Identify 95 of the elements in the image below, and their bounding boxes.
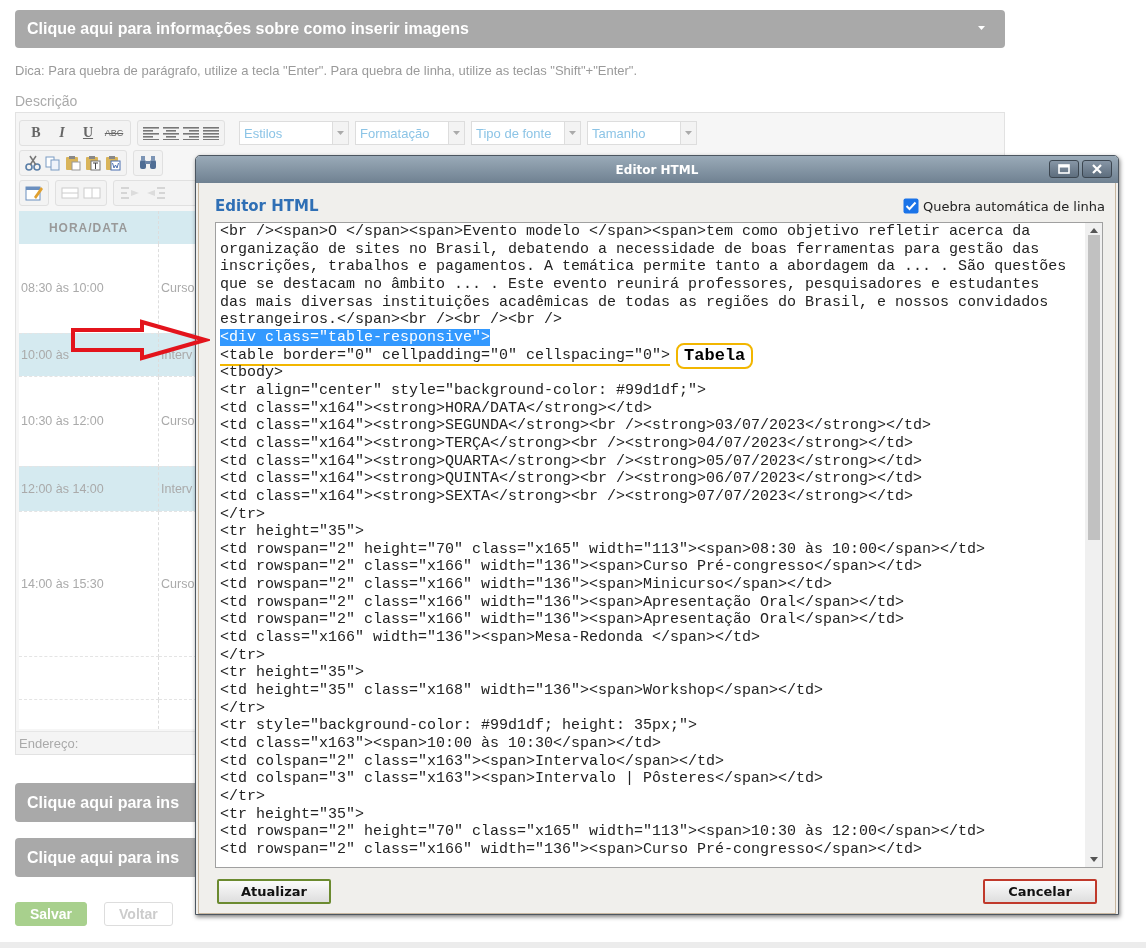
code-line: <br /><span>O </span><span>Evento modelo </span><span>tem como objetivo refletir acerca da — [220, 223, 1031, 240]
dropdown[interactable]: Formatação — [355, 121, 465, 145]
code-line: <td rowspan="2" class="x166" width="136"><span>Apresentação Oral</span></td> — [220, 593, 905, 611]
maximize-button[interactable] — [1049, 160, 1079, 178]
checkbox[interactable] — [902, 198, 919, 214]
code-line: <td class="x164"><strong>SEXTA</strong><br /><strong>07/07/2023</strong></td> — [220, 487, 914, 505]
code-line: <td height="35" class="x168" width="136"><span>Workshop</span></td> — [220, 682, 824, 700]
table-cell: 10:30 às 12:00 — [21, 414, 104, 428]
update-button[interactable]: Atualizar — [217, 879, 331, 904]
clipboard-text-icon[interactable] — [85, 155, 101, 171]
code-line: das mais diversas instituições acadêmicas de todas as regiões do Brasil, e nossos convidados — [220, 293, 1049, 311]
code-line: <td class="x164"><strong>QUINTA</strong><br /><strong>06/07/2023</strong></td> — [220, 470, 923, 488]
code-line: </tr> — [220, 699, 265, 717]
table-column-icon — [83, 186, 101, 200]
scroll-down-icon — [1089, 857, 1098, 862]
code-line: <tr style="background-color: #99d1df; height: 35px;"> — [220, 717, 698, 735]
clipboard-icon[interactable] — [65, 155, 81, 171]
outdent-icon — [145, 185, 167, 201]
table-cell: Interv — [161, 481, 193, 496]
code-line: </tr> — [220, 788, 265, 805]
scrollbar[interactable] — [1085, 223, 1102, 867]
italic-button[interactable]: I — [51, 123, 73, 143]
checkbox-label: Quebra automática de linha — [922, 198, 1105, 214]
save-button[interactable]: Salvar — [15, 902, 88, 926]
caret-icon — [453, 131, 460, 135]
caret-icon — [978, 26, 987, 32]
code-line: <tr height="35"> — [220, 664, 365, 682]
code-line: <tr height="35"> — [220, 805, 365, 823]
code-line: <tr height="35"> — [220, 523, 365, 541]
scroll-up-icon — [1089, 228, 1098, 233]
table-cell: 10:00 às — [21, 347, 69, 362]
section-heading: Editor HTML — [215, 197, 319, 215]
clipboard-document-icon[interactable] — [105, 155, 121, 171]
code-line: <td rowspan="2" class="x166" width="136"><span>Curso Pré-congresso</span></td> — [220, 840, 923, 858]
table-edit-icon[interactable] — [25, 184, 43, 202]
code-line: <td class="x164"><strong>QUARTA</strong><br /><strong>05/07/2023</strong></td> — [220, 452, 923, 470]
info-bar[interactable]: Clique aqui para informações sobre como inserir imagens — [15, 10, 1005, 48]
binoculars-icon[interactable] — [139, 155, 157, 171]
cancel-button[interactable]: Cancelar — [983, 879, 1097, 904]
code-line: <td class="x166" width="136"><span>Mesa-Redonda </span></td> — [220, 629, 761, 647]
code-line: que se destacam no âmbito ... . Este evento reunirá professores, pesquisadores e estudantes — [220, 275, 1040, 293]
copy-icon[interactable] — [45, 155, 61, 171]
code-line: <tbody> — [220, 364, 283, 382]
caret-icon — [337, 131, 344, 135]
code-line: <td rowspan="2" height="70" class="x165" width="113"><span>10:30 às 12:00</span></td> — [220, 823, 986, 841]
code-line: <td class="x164"><strong>HORA/DATA</strong></td> — [220, 399, 653, 417]
code-editor[interactable] — [215, 222, 1103, 868]
code-line: <td class="x163"><span>10:00 às 10:30</span></td> — [220, 735, 662, 753]
maximize-icon — [1058, 164, 1070, 174]
dropdown[interactable]: Tipo de fonte — [471, 121, 581, 145]
align-center-icon[interactable] — [163, 126, 179, 140]
table-header-cell: HORA/DATA — [19, 211, 159, 244]
code-line: <table border="0" cellpadding="0" cellspacing="0"> — [220, 346, 671, 366]
justify-icon[interactable] — [203, 126, 219, 140]
align-left-icon[interactable] — [143, 126, 159, 140]
code-line: <td rowspan="2" height="70" class="x165" width="113"><span>08:30 às 10:00</span></td> — [220, 540, 986, 558]
bold-button[interactable]: B — [25, 123, 47, 143]
callout-label: Tabela — [676, 342, 754, 369]
status-label: Endereço: — [19, 735, 79, 751]
hint-text: Dica: Para quebra de parágrafo, utilize a tecla "Enter". Para quebra de linha, utilize as teclas "Shift"+"Enter". — [15, 62, 639, 80]
scissors-icon[interactable] — [25, 155, 41, 171]
align-right-icon[interactable] — [183, 126, 199, 140]
code-line: <td class="x164"><strong>TERÇA</strong><br /><strong>04/07/2023</strong></td> — [220, 434, 914, 452]
table-cell: Curso — [161, 281, 195, 296]
table-row-icon — [61, 186, 79, 200]
close-icon — [1092, 164, 1102, 174]
code-line: </tr> — [220, 505, 265, 523]
table-cell: 12:00 às 14:00 — [21, 481, 104, 496]
code-line: <tr align="center" style="background-color: #99d1df;"> — [220, 381, 707, 399]
dropdown[interactable]: Estilos — [239, 121, 349, 145]
dropdown[interactable]: Tamanho — [587, 121, 697, 145]
code-line: organização de sites no Brasil, debatendo a necessidade de boas ferramentas para gestão das — [220, 240, 1040, 258]
caret-icon — [569, 131, 576, 135]
collapsible-bar[interactable]: Clique aqui para ins — [15, 838, 195, 877]
table-cell: 14:00 às 15:30 — [21, 576, 104, 591]
indent-icon — [119, 185, 141, 201]
caret-icon — [685, 131, 692, 135]
table-cell: Curso — [161, 414, 195, 428]
code-line: <td class="x164"><strong>SEGUNDA</strong><br /><strong>03/07/2023</strong></td> — [220, 417, 932, 435]
close-button[interactable] — [1082, 160, 1112, 178]
code-line: <td colspan="2" class="x163"><span>Intervalo</span></td> — [220, 752, 725, 770]
window-title: Editor HTML — [615, 162, 699, 177]
code-line: estrangeiros.</span><br /><br /><br /> — [220, 311, 563, 329]
strikethrough-button[interactable]: ABC — [103, 123, 125, 143]
table-cell: 08:30 às 10:00 — [21, 281, 104, 296]
code-line: <td rowspan="2" class="x166" width="136"><span>Apresentação Oral</span></td> — [220, 611, 905, 629]
field-label: Descrição — [15, 92, 79, 110]
code-line: <td rowspan="2" class="x166" width="136"><span>Minicurso</span></td> — [220, 576, 833, 594]
code-line: </tr> — [220, 646, 265, 664]
code-line: <td rowspan="2" class="x166" width="136"><span>Curso Pré-congresso</span></td> — [220, 558, 923, 576]
collapsible-bar[interactable]: Clique aqui para ins — [15, 783, 195, 822]
underline-button[interactable]: U — [77, 123, 99, 143]
table-cell: Curso — [161, 576, 195, 591]
code-line: <td colspan="3" class="x163"><span>Intervalo | Pôsteres</span></td> — [220, 770, 824, 788]
code-line: inscrições, trabalhos e pagamentos. A temática permite tanto a abordagem da ... . São questões — [220, 258, 1067, 276]
